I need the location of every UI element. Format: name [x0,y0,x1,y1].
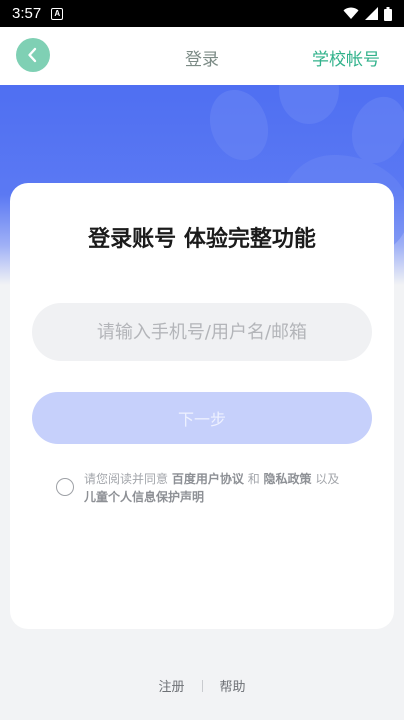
battery-icon [384,6,392,21]
privacy-policy-link[interactable]: 隐私政策 [264,472,312,486]
card-title: 登录账号 体验完整功能 [88,227,316,252]
login-card: 登录账号 体验完整功能 下一步 请您阅读并同意 百度用户协议 和 隐私政策 以及… [10,183,394,629]
agreement-prefix: 请您阅读并同意 [84,472,169,486]
agreement-checkbox[interactable] [56,478,74,496]
school-account-link[interactable]: 学校帐号 [312,45,380,70]
help-link[interactable]: 帮助 [220,676,246,695]
agreement-row: 请您阅读并同意 百度用户协议 和 隐私政策 以及 儿童个人信息保护声明 [56,470,356,506]
register-link[interactable]: 注册 [158,676,184,695]
notification-icon: A [51,7,64,20]
wifi-icon [343,7,359,19]
app-header: 登录 学校帐号 [0,27,404,85]
status-bar: 3:57 A [0,0,404,27]
signal-icon [365,7,378,20]
agreement-text: 请您阅读并同意 百度用户协议 和 隐私政策 以及 儿童个人信息保护声明 [84,470,339,506]
status-time: 3:57 [12,5,42,22]
footer-divider [201,679,203,692]
account-input[interactable] [32,303,372,361]
user-agreement-link[interactable]: 百度用户协议 [172,472,244,486]
footer: 注册 帮助 [0,676,404,695]
agreement-and: 和 [247,472,260,486]
children-privacy-link[interactable]: 儿童个人信息保护声明 [84,490,204,504]
agreement-also: 以及 [315,472,340,486]
next-button[interactable]: 下一步 [32,392,372,444]
status-icons [343,6,392,21]
